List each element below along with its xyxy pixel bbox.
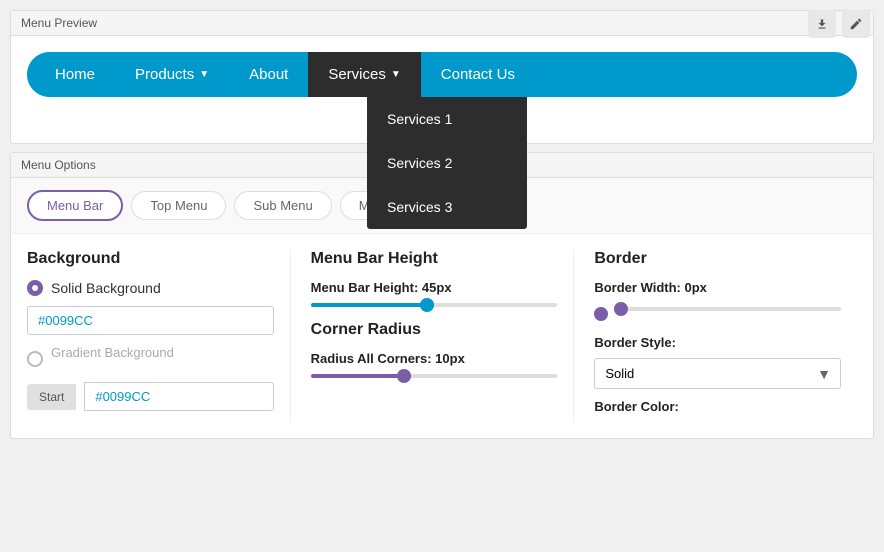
- dropdown-item-services1[interactable]: Services 1: [367, 97, 527, 141]
- edit-icon[interactable]: [842, 10, 870, 38]
- border-style-select[interactable]: Solid Dashed Dotted Double None: [594, 358, 841, 389]
- height-radius-column: Menu Bar Height Menu Bar Height: 45px Co…: [311, 250, 575, 422]
- tab-sub-menu[interactable]: Sub Menu: [234, 191, 331, 220]
- border-column: Border Border Width: 0px Border Style: S…: [594, 250, 857, 422]
- solid-color-input[interactable]: #0099CC: [27, 306, 274, 335]
- border-width-value: 0px: [685, 280, 707, 295]
- border-width-label: Border Width: 0px: [594, 280, 841, 295]
- nav-item-contact[interactable]: Contact Us: [421, 52, 535, 97]
- products-arrow-icon: ▼: [199, 69, 209, 80]
- solid-background-label: Solid Background: [51, 280, 161, 296]
- corner-radius-value: 10px: [435, 351, 465, 366]
- corner-radius-thumb[interactable]: [397, 369, 411, 383]
- tab-top-menu[interactable]: Top Menu: [131, 191, 226, 220]
- solid-radio-button[interactable]: [27, 280, 43, 296]
- nav-item-services[interactable]: Services ▼: [308, 52, 420, 97]
- dropdown-item-services2[interactable]: Services 2: [367, 141, 527, 185]
- start-color-input[interactable]: #0099CC: [84, 382, 273, 411]
- corner-radius-title: Corner Radius: [311, 321, 558, 339]
- download-icon[interactable]: [808, 10, 836, 38]
- menu-bar-height-value: 45px: [422, 280, 452, 295]
- border-width-thumb[interactable]: [614, 302, 628, 316]
- corner-radius-label: Radius All Corners: 10px: [311, 351, 558, 366]
- tab-menu-bar[interactable]: Menu Bar: [27, 190, 123, 221]
- background-title: Background: [27, 250, 274, 268]
- services-arrow-icon: ▼: [391, 69, 401, 80]
- solid-radio-inner: [32, 285, 38, 291]
- corner-radius-slider[interactable]: [311, 374, 558, 378]
- border-width-dot: [594, 307, 608, 321]
- menu-bar-height-label: Menu Bar Height: 45px: [311, 280, 558, 295]
- start-color-row: Start #0099CC: [27, 382, 274, 411]
- nav-item-home[interactable]: Home: [35, 52, 115, 97]
- gradient-radio-button[interactable]: [27, 351, 43, 367]
- nav-bar: Home Products ▼ About Services ▼ Contact…: [27, 52, 857, 97]
- services-dropdown: Services 1 Services 2 Services 3: [367, 97, 527, 229]
- solid-background-option[interactable]: Solid Background: [27, 280, 274, 296]
- dropdown-item-services3[interactable]: Services 3: [367, 185, 527, 229]
- menu-bar-height-thumb[interactable]: [420, 298, 434, 312]
- gradient-background-option[interactable]: Gradient Background: [27, 345, 274, 372]
- menu-bar-height-slider[interactable]: [311, 303, 558, 307]
- background-column: Background Solid Background #0099CC Grad…: [27, 250, 291, 422]
- nav-item-products[interactable]: Products ▼: [115, 52, 229, 97]
- border-style-select-wrapper: Solid Dashed Dotted Double None ▼: [594, 358, 841, 389]
- nav-item-about[interactable]: About: [229, 52, 308, 97]
- border-title: Border: [594, 250, 841, 268]
- gradient-background-label: Gradient Background: [51, 345, 174, 360]
- menu-bar-height-title: Menu Bar Height: [311, 250, 558, 268]
- start-label: Start: [27, 384, 76, 410]
- border-width-slider[interactable]: [614, 307, 841, 311]
- border-style-label: Border Style:: [594, 335, 841, 350]
- menu-preview-header-label: Menu Preview: [21, 16, 97, 30]
- border-color-label: Border Color:: [594, 399, 841, 414]
